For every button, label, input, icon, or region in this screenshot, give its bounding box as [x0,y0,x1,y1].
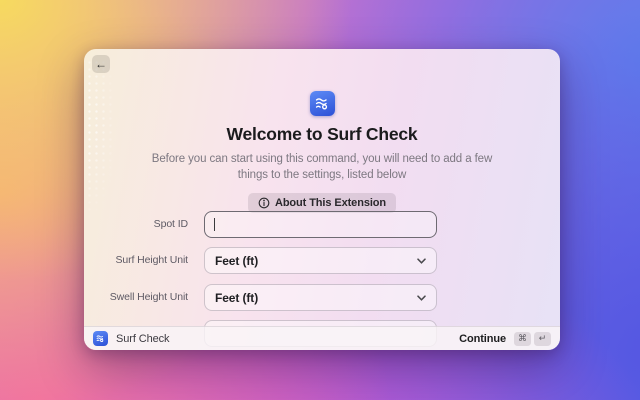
about-extension-label: About This Extension [275,197,386,209]
continue-button[interactable]: Continue ⌘ ↵ [459,332,551,346]
footer-app-name: Surf Check [116,333,169,345]
surf-check-window: ← Welcome to Surf Check Before you can s… [84,49,560,350]
swell-height-unit-dropdown[interactable]: Feet (ft) [204,284,437,311]
surf-height-unit-label: Surf Height Unit [84,247,188,274]
spot-id-input[interactable] [204,211,437,238]
chevron-down-icon [417,295,426,301]
subtitle-line-1: Before you can start using this command,… [152,151,492,167]
text-caret [214,218,215,231]
shortcut-keys: ⌘ ↵ [514,332,551,346]
form-row-surf-height-unit: Surf Height Unit Feet (ft) [84,247,560,274]
subtitle-line-2: things to the settings, listed below [152,167,492,183]
page-title: Welcome to Surf Check [227,124,418,145]
swell-height-unit-label: Swell Height Unit [84,284,188,311]
swell-height-unit-value: Feet (ft) [215,291,258,305]
footer-bar: Surf Check Continue ⌘ ↵ [84,326,560,350]
form-row-swell-height-unit: Swell Height Unit Feet (ft) [84,284,560,311]
surf-check-app-icon [93,331,108,346]
about-extension-button[interactable]: About This Extension [248,193,396,213]
chevron-down-icon [417,258,426,264]
form-row-spot-id: Spot ID [84,211,560,238]
info-circle-icon [258,197,270,209]
continue-label: Continue [459,333,506,345]
page-subtitle: Before you can start using this command,… [152,151,492,183]
command-key-icon: ⌘ [514,332,531,346]
surf-height-unit-value: Feet (ft) [215,254,258,268]
spot-id-label: Spot ID [84,211,188,238]
return-key-icon: ↵ [534,332,551,346]
surf-height-unit-dropdown[interactable]: Feet (ft) [204,247,437,274]
surf-check-app-icon [310,91,335,116]
